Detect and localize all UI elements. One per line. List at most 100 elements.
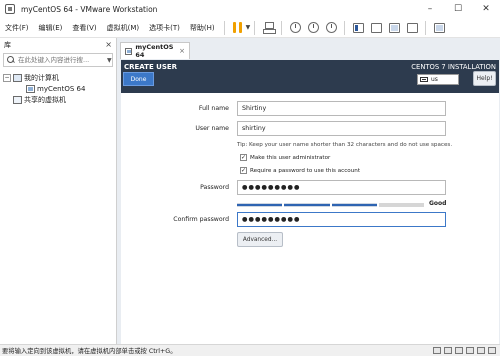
checkbox-checked-icon[interactable]: ✓ [240,154,247,161]
snapshot-manager-button[interactable] [324,21,338,35]
page-title: CREATE USER [124,63,178,71]
require-password-checkbox[interactable]: ✓ Require a password to use this account [240,167,360,174]
strength-segment [331,203,378,207]
unity-button[interactable] [405,21,419,35]
library-close-icon[interactable]: × [105,40,112,49]
advanced-button[interactable]: Advanced... [237,232,283,247]
installer-header: CREATE USER Done CENTOS 7 INSTALLATION u… [121,60,499,93]
user-name-field[interactable] [237,121,446,136]
vmware-app-icon [5,4,15,14]
password-field[interactable] [237,180,446,195]
show-library-button[interactable] [351,21,365,35]
clock-icon [289,22,301,33]
library-icon [352,22,364,33]
search-icon [7,56,15,64]
tab-mycentos[interactable]: myCentOS 64 × [120,42,190,59]
device-status-icons [430,347,496,354]
title-bar: myCentOS 64 - VMware Workstation – ☐ ✕ [0,0,500,18]
toolbar-separator [254,20,256,35]
tab-close-icon[interactable]: × [179,47,185,55]
help-button[interactable]: Help! [473,71,496,86]
done-button[interactable]: Done [123,72,154,86]
make-admin-label: Make this user administrator [250,154,331,161]
unity-icon [406,22,418,33]
cd-drive-icon[interactable] [444,347,452,354]
product-title: CENTOS 7 INSTALLATION [411,63,496,71]
suspend-button[interactable] [231,21,245,35]
minimize-button[interactable]: – [416,0,444,18]
pause-icon [233,22,243,33]
strength-segment [237,203,283,207]
password-label: Password [200,184,229,191]
thumbnail-icon [370,22,382,33]
menu-help[interactable]: 帮助(H) [185,23,220,33]
library-search-input[interactable] [18,56,106,64]
library-search: ▼ [3,53,113,67]
full-screen-button[interactable] [387,21,401,35]
keyboard-layout-indicator[interactable]: us [417,74,459,85]
toolbar-separator [425,20,427,35]
tree-item-shared-vms[interactable]: 共享的虚拟机 [0,94,116,105]
menu-edit[interactable]: 编辑(E) [34,23,68,33]
chevron-down-icon[interactable]: ▼ [107,57,112,64]
clock-icon [325,22,337,33]
network-adapter-icon[interactable] [455,347,463,354]
network-icon [262,22,276,34]
chevron-down-icon[interactable]: ▼ [246,24,251,31]
toolbar-separator [281,20,283,35]
tree-item-my-computer[interactable]: − 我的计算机 [0,72,116,83]
maximize-button[interactable]: ☐ [444,0,472,18]
keyboard-layout-label: us [431,76,438,83]
user-name-tip: Tip: Keep your user name shorter than 32… [237,142,453,148]
menu-bar: 文件(F) 编辑(E) 查看(V) 虚拟机(M) 选项卡(T) 帮助(H) ▼ [0,18,500,38]
tree-item-vm[interactable]: myCentOS 64 [0,83,116,94]
make-admin-checkbox[interactable]: ✓ Make this user administrator [240,154,330,161]
computer-icon [13,73,22,82]
clock-icon [307,22,319,33]
vm-icon [26,84,35,93]
require-password-label: Require a password to use this account [250,167,361,174]
console-icon [433,22,445,33]
confirm-password-label: Confirm password [173,216,229,223]
strength-segment [378,203,424,207]
thumbnail-bar-button[interactable] [369,21,383,35]
console-view-button[interactable] [432,21,446,35]
user-name-label: User name [195,125,229,132]
collapse-toggle-icon[interactable]: − [3,73,11,82]
library-tree: − 我的计算机 myCentOS 64 共享的虚拟机 [0,72,116,105]
close-button[interactable]: ✕ [472,0,500,18]
menu-tabs[interactable]: 选项卡(T) [144,23,185,33]
send-ctrl-alt-del-button[interactable] [261,21,276,35]
strength-segment [284,203,330,207]
snapshot-button[interactable] [288,21,302,35]
window-title: myCentOS 64 - VMware Workstation [21,4,158,14]
window-controls: – ☐ ✕ [416,0,500,18]
full-name-field[interactable] [237,101,446,116]
vm-icon [125,47,133,55]
menu-vm[interactable]: 虚拟机(M) [102,23,145,33]
library-title: 库 [4,40,11,49]
status-message: 要将输入定向到该虚拟机，请在虚拟机内部单击或按 Ctrl+G。 [2,348,177,355]
menu-view[interactable]: 查看(V) [67,23,101,33]
hard-disk-icon[interactable] [433,347,441,354]
usb-icon[interactable] [466,347,474,354]
password-strength-label: Good [429,200,447,207]
display-icon[interactable] [488,347,496,354]
shared-vm-icon [13,95,22,104]
keyboard-icon [420,77,428,82]
menu-file[interactable]: 文件(F) [0,23,34,33]
revert-snapshot-button[interactable] [306,21,320,35]
confirm-password-field[interactable] [237,212,446,227]
checkbox-checked-icon[interactable]: ✓ [240,167,247,174]
tree-item-label: myCentOS 64 [37,84,86,93]
fullscreen-icon [388,22,400,33]
toolbar-separator [223,20,225,35]
status-bar: 要将输入定向到该虚拟机，请在虚拟机内部单击或按 Ctrl+G。 [0,344,500,356]
tab-strip: myCentOS 64 × [117,38,500,60]
full-name-label: Full name [198,105,229,112]
sound-icon[interactable] [477,347,485,354]
tree-item-label: 共享的虚拟机 [24,95,66,104]
library-header: 库 × [0,38,116,51]
tree-item-label: 我的计算机 [24,73,59,82]
tab-label: myCentOS 64 [135,43,174,59]
